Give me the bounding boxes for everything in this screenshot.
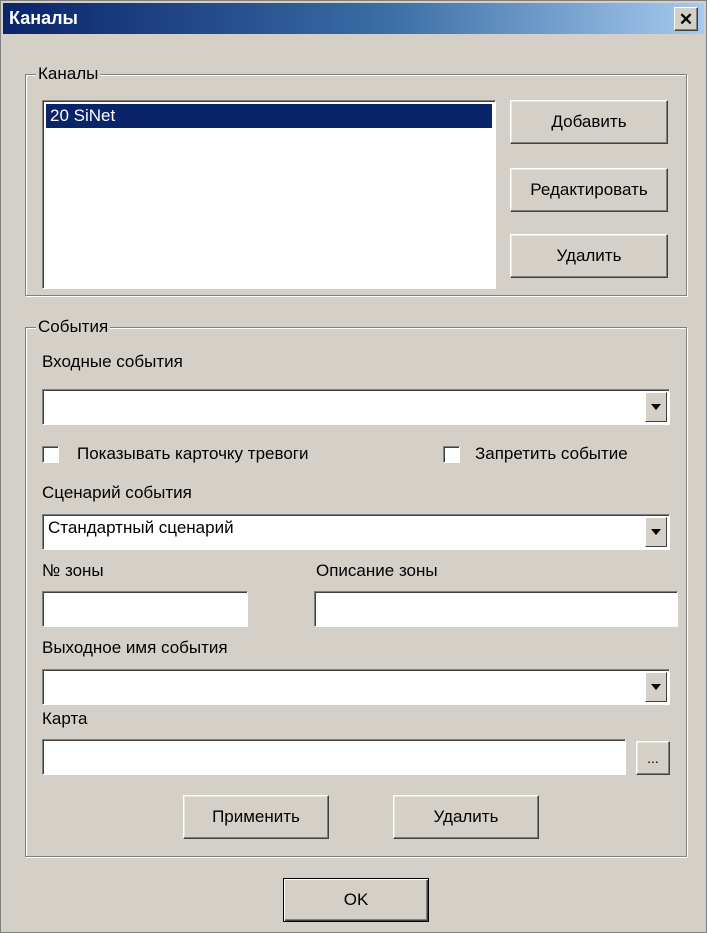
ok-button[interactable]: OK — [283, 878, 429, 922]
zone-number-label: № зоны — [42, 561, 104, 580]
events-group: События Входные события Показывать карто… — [25, 317, 687, 857]
output-name-label: Выходное имя события — [42, 638, 228, 657]
channels-group: Каналы 20 SiNet Добавить Редактировать У… — [25, 64, 687, 296]
output-name-dropdown[interactable] — [42, 669, 670, 705]
scenario-label: Сценарий события — [42, 483, 192, 502]
apply-button[interactable]: Применить — [183, 795, 329, 839]
delete-channel-button[interactable]: Удалить — [510, 234, 668, 278]
map-input[interactable] — [42, 739, 626, 775]
zone-description-input[interactable] — [314, 591, 678, 627]
list-item[interactable]: 20 SiNet — [46, 104, 492, 128]
channels-dialog: Каналы ✕ Каналы 20 SiNet Добавить Редакт… — [0, 0, 707, 933]
window-title: Каналы — [9, 8, 78, 28]
input-events-dropdown[interactable] — [42, 389, 670, 425]
delete-event-button[interactable]: Удалить — [393, 795, 539, 839]
close-button[interactable]: ✕ — [674, 7, 698, 31]
close-icon: ✕ — [678, 9, 694, 29]
chevron-down-icon[interactable] — [645, 672, 667, 702]
zone-number-input[interactable] — [42, 591, 248, 627]
title-bar[interactable]: Каналы ✕ — [3, 3, 704, 34]
add-channel-button[interactable]: Добавить — [510, 100, 668, 144]
show-alarm-card-label[interactable]: Показывать карточку тревоги — [77, 444, 308, 464]
edit-channel-button[interactable]: Редактировать — [510, 168, 668, 212]
input-events-label: Входные события — [42, 352, 183, 371]
chevron-down-icon[interactable] — [645, 517, 667, 547]
map-browse-button[interactable]: ... — [636, 741, 670, 775]
forbid-event-checkbox[interactable] — [443, 446, 460, 463]
zone-description-label: Описание зоны — [316, 561, 438, 580]
scenario-dropdown[interactable]: Стандартный сценарий — [42, 514, 670, 550]
chevron-down-icon[interactable] — [645, 392, 667, 422]
events-group-legend: События — [36, 317, 111, 337]
show-alarm-card-checkbox[interactable] — [42, 446, 59, 463]
scenario-value: Стандартный сценарий — [48, 518, 234, 537]
channels-group-legend: Каналы — [36, 64, 101, 84]
forbid-event-label[interactable]: Запретить событие — [475, 444, 628, 464]
map-label: Карта — [42, 709, 88, 728]
channels-list[interactable]: 20 SiNet — [42, 100, 496, 289]
